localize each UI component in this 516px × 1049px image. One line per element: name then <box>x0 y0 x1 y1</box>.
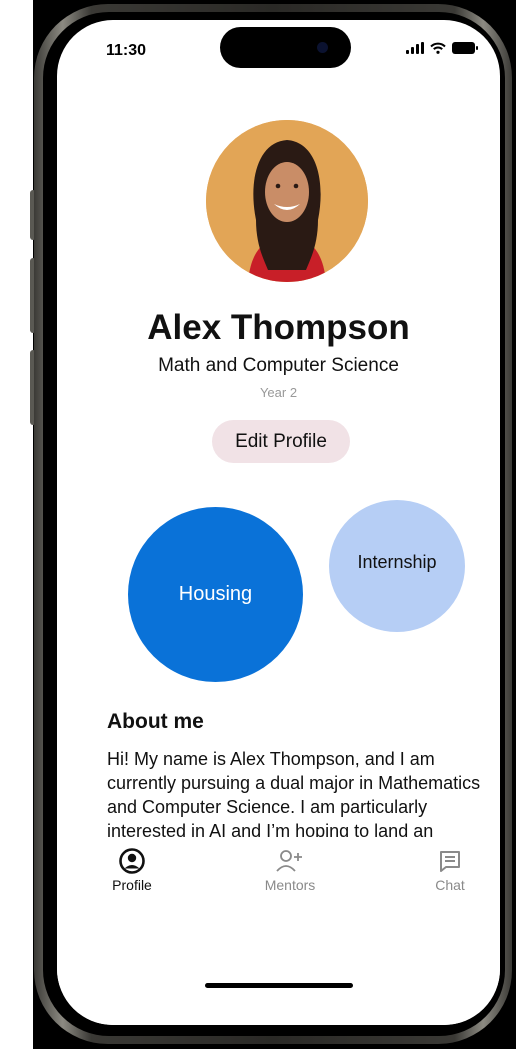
chat-icon <box>410 845 490 877</box>
tab-chat[interactable]: Chat <box>410 845 490 893</box>
tab-bar: Profile Mentors Chat <box>57 837 500 1025</box>
interest-bubble-housing[interactable]: Housing <box>128 507 303 682</box>
tab-profile[interactable]: Profile <box>92 845 172 893</box>
tab-chat-label: Chat <box>435 877 465 893</box>
home-indicator[interactable] <box>205 983 353 988</box>
add-person-icon <box>250 845 330 877</box>
tab-mentors-label: Mentors <box>264 877 316 893</box>
tab-profile-label: Profile <box>112 877 152 893</box>
about-text: Hi! My name is Alex Thompson, and I am c… <box>107 749 481 837</box>
scroll-content[interactable]: Housing Internship About me Hi! My name … <box>57 20 500 837</box>
about-heading: About me <box>107 710 204 733</box>
tab-mentors[interactable]: Mentors <box>250 845 330 893</box>
interest-bubble-internship[interactable]: Internship <box>329 500 465 632</box>
profile-icon <box>92 845 172 877</box>
phone-screen: 11:30 Alex Thompson Math and Computer Sc… <box>57 20 500 1025</box>
